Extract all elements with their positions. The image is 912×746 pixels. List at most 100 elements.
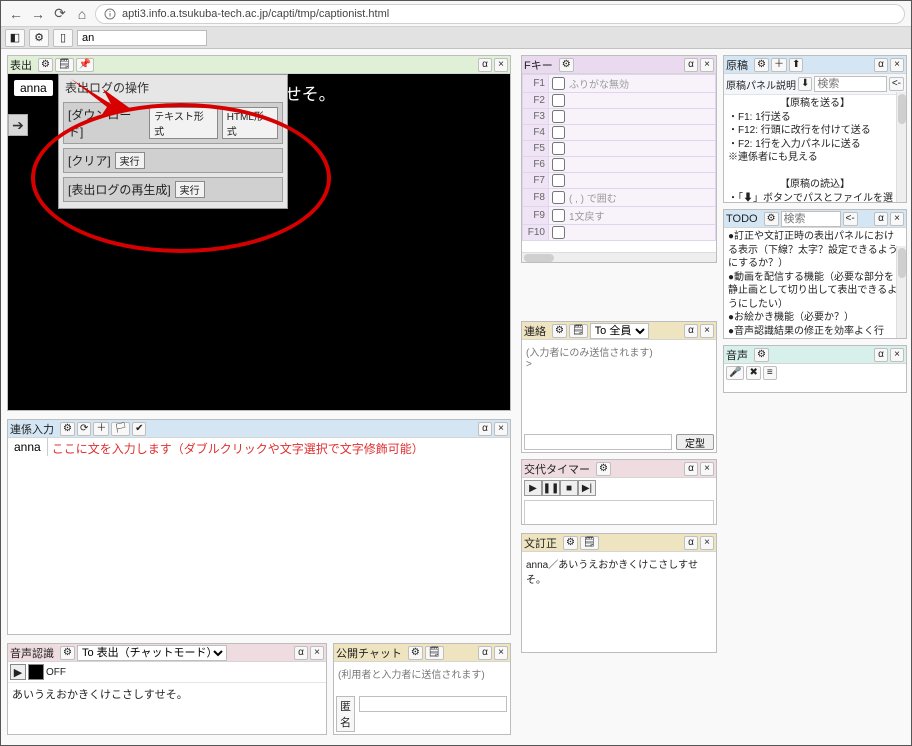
fkey-checkbox[interactable]: [552, 209, 565, 222]
gear-icon[interactable]: ⚙: [596, 462, 611, 476]
renraku-template-button[interactable]: 定型文: [676, 434, 714, 450]
download-text-button[interactable]: テキスト形式: [149, 107, 218, 139]
gear-icon[interactable]: ⚙: [408, 646, 423, 660]
close-icon[interactable]: ×: [890, 212, 904, 226]
close-icon[interactable]: ×: [494, 58, 508, 72]
unlink-icon[interactable]: ✖: [746, 366, 760, 380]
pause-icon[interactable]: ❚❚: [542, 480, 560, 496]
flag-icon[interactable]: 🏳: [111, 422, 130, 436]
alpha-button[interactable]: α: [874, 348, 888, 362]
asr-dest-select[interactable]: To 表出（チャットモード）: [77, 645, 227, 661]
fkey-checkbox[interactable]: [552, 158, 565, 171]
fkey-checkbox[interactable]: [552, 174, 565, 187]
alpha-button[interactable]: α: [684, 58, 698, 72]
gear-icon[interactable]: ⚙: [552, 324, 567, 338]
ext-icon-3[interactable]: ▯: [53, 29, 73, 47]
gear-icon[interactable]: ⚙: [38, 58, 53, 72]
alpha-button[interactable]: α: [684, 536, 698, 550]
renkei-input[interactable]: ここに文を入力します（ダブルクリックや文字選択で文字修飾可能）: [48, 438, 428, 459]
nav-reload-button[interactable]: ⟳: [51, 5, 69, 23]
log-icon[interactable]: 🗒: [569, 324, 588, 338]
close-icon[interactable]: ×: [494, 422, 508, 436]
gear-icon[interactable]: ⚙: [754, 58, 769, 72]
upload-icon[interactable]: ⬆: [789, 58, 803, 72]
ext-input[interactable]: [77, 30, 207, 46]
pin-icon[interactable]: 📌: [76, 58, 94, 72]
close-icon[interactable]: ×: [700, 324, 714, 338]
mic-icon[interactable]: 🎤: [726, 366, 744, 380]
asr-header: 音声認識 ⚙ To 表出（チャットモード） α ×: [8, 644, 326, 662]
renkei-speaker: anna: [8, 438, 48, 456]
gear-icon[interactable]: ⚙: [563, 536, 578, 550]
close-icon[interactable]: ×: [890, 348, 904, 362]
alpha-button[interactable]: α: [294, 646, 308, 660]
skip-icon[interactable]: ▶|: [578, 480, 596, 496]
play-icon[interactable]: ▶: [10, 664, 26, 680]
side-arrow-button[interactable]: ➔: [8, 114, 28, 136]
renraku-input[interactable]: [524, 434, 672, 450]
renkei-panel: 連係入力 ⚙ ⟳ ＋ 🏳 ✔ α × anna ここに文を入力します（ダブルクリ…: [7, 419, 511, 635]
alpha-button[interactable]: α: [874, 58, 888, 72]
close-icon[interactable]: ×: [700, 462, 714, 476]
back-button[interactable]: <-: [843, 212, 858, 226]
alpha-button[interactable]: α: [478, 58, 492, 72]
log-icon[interactable]: 🗒: [580, 536, 599, 550]
nav-back-button[interactable]: ←: [7, 5, 25, 23]
alpha-button[interactable]: α: [874, 212, 888, 226]
close-icon[interactable]: ×: [700, 536, 714, 550]
teisei-body[interactable]: anna／あいうえおかきくけこさしすせそ。: [522, 552, 716, 590]
asr-title: 音声認識: [10, 645, 54, 661]
fkey-checkbox[interactable]: [552, 126, 565, 139]
gear-icon[interactable]: ⚙: [60, 422, 75, 436]
fkey-row: F91文戻す: [523, 207, 716, 225]
alpha-button[interactable]: α: [478, 646, 492, 660]
todo-search-input[interactable]: [781, 211, 841, 227]
close-icon[interactable]: ×: [700, 58, 714, 72]
close-icon[interactable]: ×: [494, 646, 508, 660]
renraku-to-select[interactable]: To 全員: [590, 323, 649, 339]
fkey-checkbox[interactable]: [552, 226, 565, 239]
gear-icon[interactable]: ⚙: [754, 348, 769, 362]
regen-exec-button[interactable]: 実行: [175, 181, 205, 198]
gear-icon[interactable]: ⚙: [60, 646, 75, 660]
fkeys-hscroll[interactable]: [522, 252, 716, 262]
play-icon[interactable]: ▶: [524, 480, 542, 496]
log-icon[interactable]: 🗒: [55, 58, 74, 72]
address-bar[interactable]: apti3.info.a.tsukuba-tech.ac.jp/capti/tm…: [95, 4, 905, 24]
stop-icon[interactable]: ■: [560, 480, 578, 496]
ext-icon-1[interactable]: ◧: [5, 29, 25, 47]
alpha-button[interactable]: α: [478, 422, 492, 436]
levels-icon[interactable]: ≡: [763, 366, 777, 380]
genko-search-input[interactable]: [814, 76, 886, 92]
fkey-checkbox[interactable]: [552, 77, 565, 90]
refresh-icon[interactable]: ⟳: [77, 422, 91, 436]
fkey-checkbox[interactable]: [552, 94, 565, 107]
nav-home-button[interactable]: ⌂: [73, 5, 91, 23]
genko-vscroll[interactable]: [896, 92, 906, 202]
gear-icon[interactable]: ⚙: [559, 58, 574, 72]
log-icon[interactable]: 🗒: [425, 646, 444, 660]
app-root: 表出 ⚙ 🗒 📌 α × anna あいうえおかきくけこさしすせそ。 ➔ 表出ロ…: [1, 49, 911, 745]
back-button[interactable]: <-: [889, 77, 904, 91]
plus-icon[interactable]: ＋: [771, 58, 787, 72]
check-icon[interactable]: ✔: [132, 422, 146, 436]
todo-vscroll[interactable]: [896, 246, 906, 338]
close-icon[interactable]: ×: [890, 58, 904, 72]
close-icon[interactable]: ×: [310, 646, 324, 660]
download-icon[interactable]: ⬇: [798, 77, 812, 91]
chat-input[interactable]: [359, 696, 507, 712]
genko-heading1: 【原稿を送る】: [728, 97, 902, 111]
fkey-checkbox[interactable]: [552, 142, 565, 155]
todo-header: TODO ⚙ <- α ×: [724, 210, 906, 228]
stop-icon[interactable]: [28, 664, 44, 680]
gear-icon[interactable]: ⚙: [29, 29, 49, 47]
nav-forward-button[interactable]: →: [29, 5, 47, 23]
clear-exec-button[interactable]: 実行: [115, 152, 145, 169]
download-html-button[interactable]: HTML形式: [222, 107, 278, 139]
fkey-checkbox[interactable]: [552, 191, 565, 204]
alpha-button[interactable]: α: [684, 462, 698, 476]
plus-icon[interactable]: ＋: [93, 422, 109, 436]
fkey-checkbox[interactable]: [552, 110, 565, 123]
gear-icon[interactable]: ⚙: [764, 212, 779, 226]
alpha-button[interactable]: α: [684, 324, 698, 338]
